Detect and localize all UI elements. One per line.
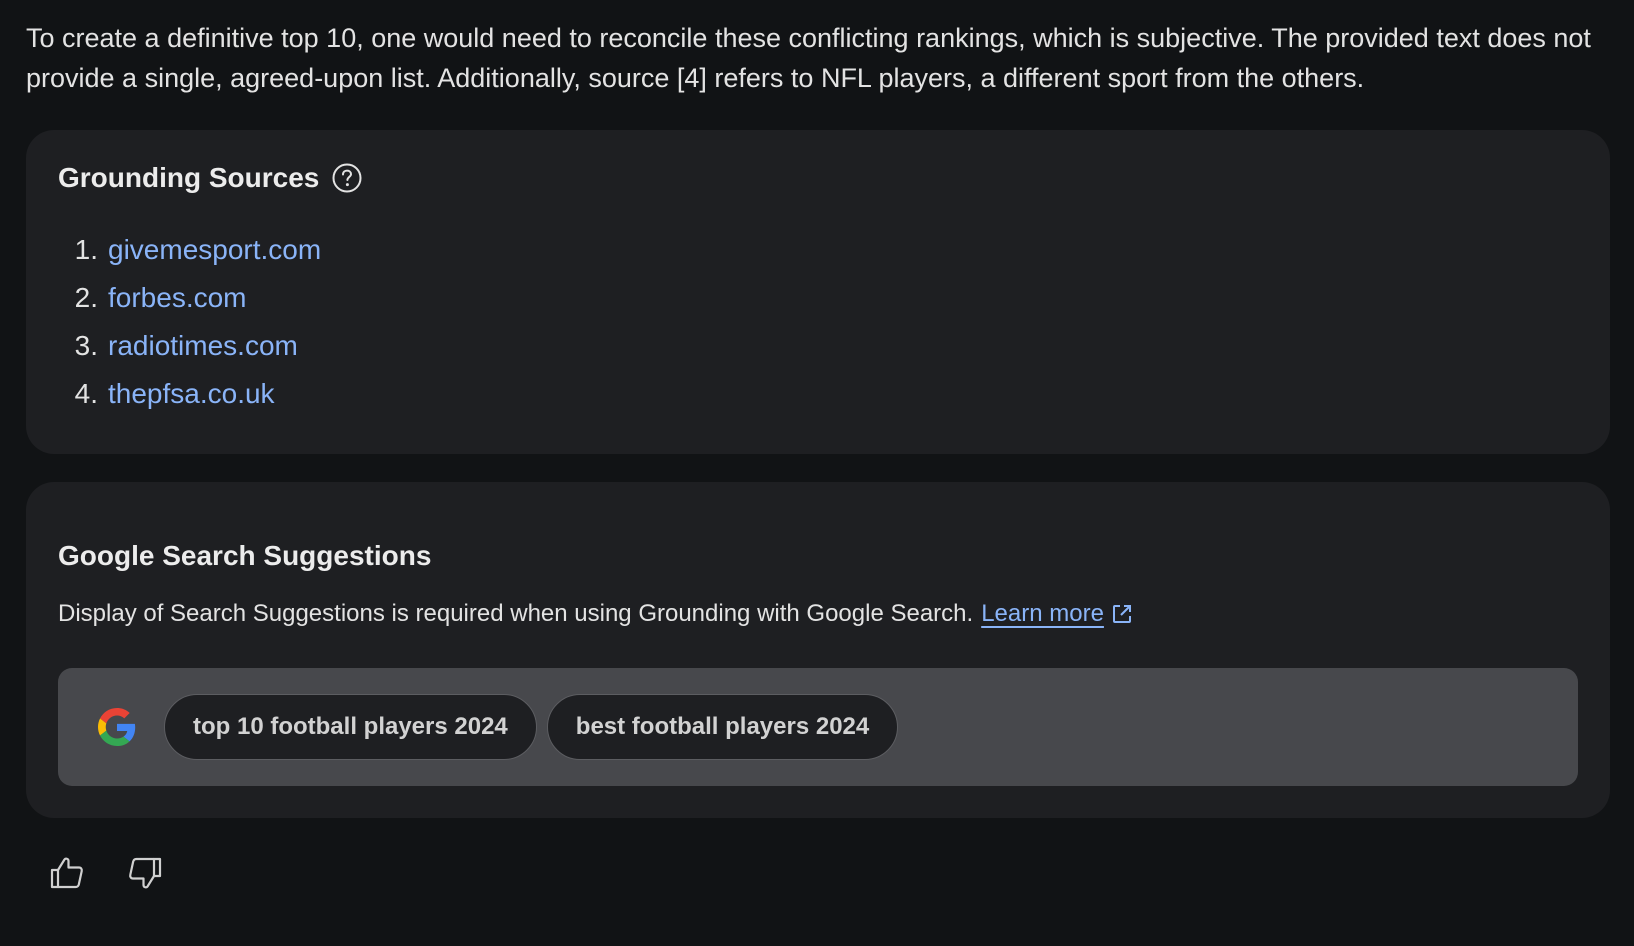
thumbs-down-icon[interactable] [126,854,164,892]
grounding-sources-card: Grounding Sources 1. givemesport.com 2. … [26,130,1610,454]
feedback-bar [48,854,164,892]
source-number: 1. [74,234,98,265]
source-link-forbes[interactable]: forbes.com [108,282,247,314]
search-suggestions-heading: Google Search Suggestions [58,540,431,572]
learn-more-link[interactable]: Learn more [981,600,1104,628]
list-item: 4. thepfsa.co.uk [58,370,321,418]
source-list: 1. givemesport.com 2. forbes.com 3. radi… [58,226,322,418]
search-suggestions-description: Display of Search Suggestions is require… [58,600,1134,628]
source-link-radiotimes[interactable]: radiotimes.com [108,330,298,362]
response-text: To create a definitive top 10, one would… [26,23,1591,93]
search-suggestions-card: Google Search Suggestions Display of Sea… [26,482,1610,818]
list-item: 3. radiotimes.com [58,322,321,370]
source-link-givemesport[interactable]: givemesport.com [108,234,321,266]
external-link-icon[interactable] [1110,602,1134,626]
source-number: 2. [74,282,98,313]
google-logo-icon [98,708,136,746]
search-chip-bar: top 10 football players 2024 best footba… [58,668,1578,786]
list-item: 2. forbes.com [58,274,321,322]
search-chip-top-10-football-players[interactable]: top 10 football players 2024 [164,694,537,760]
source-number: 4. [74,378,98,409]
description-text: Display of Search Suggestions is require… [58,600,974,627]
thumbs-up-icon[interactable] [48,854,86,892]
grounding-sources-title: Grounding Sources [58,162,320,193]
source-link-thepfsa[interactable]: thepfsa.co.uk [108,378,275,410]
grounding-sources-heading: Grounding Sources [58,162,363,194]
help-circle-icon[interactable] [331,162,363,194]
search-chip-best-football-players[interactable]: best football players 2024 [546,694,899,760]
list-item: 1. givemesport.com [58,226,322,274]
search-suggestions-title: Google Search Suggestions [58,540,432,571]
source-number: 3. [74,330,98,361]
